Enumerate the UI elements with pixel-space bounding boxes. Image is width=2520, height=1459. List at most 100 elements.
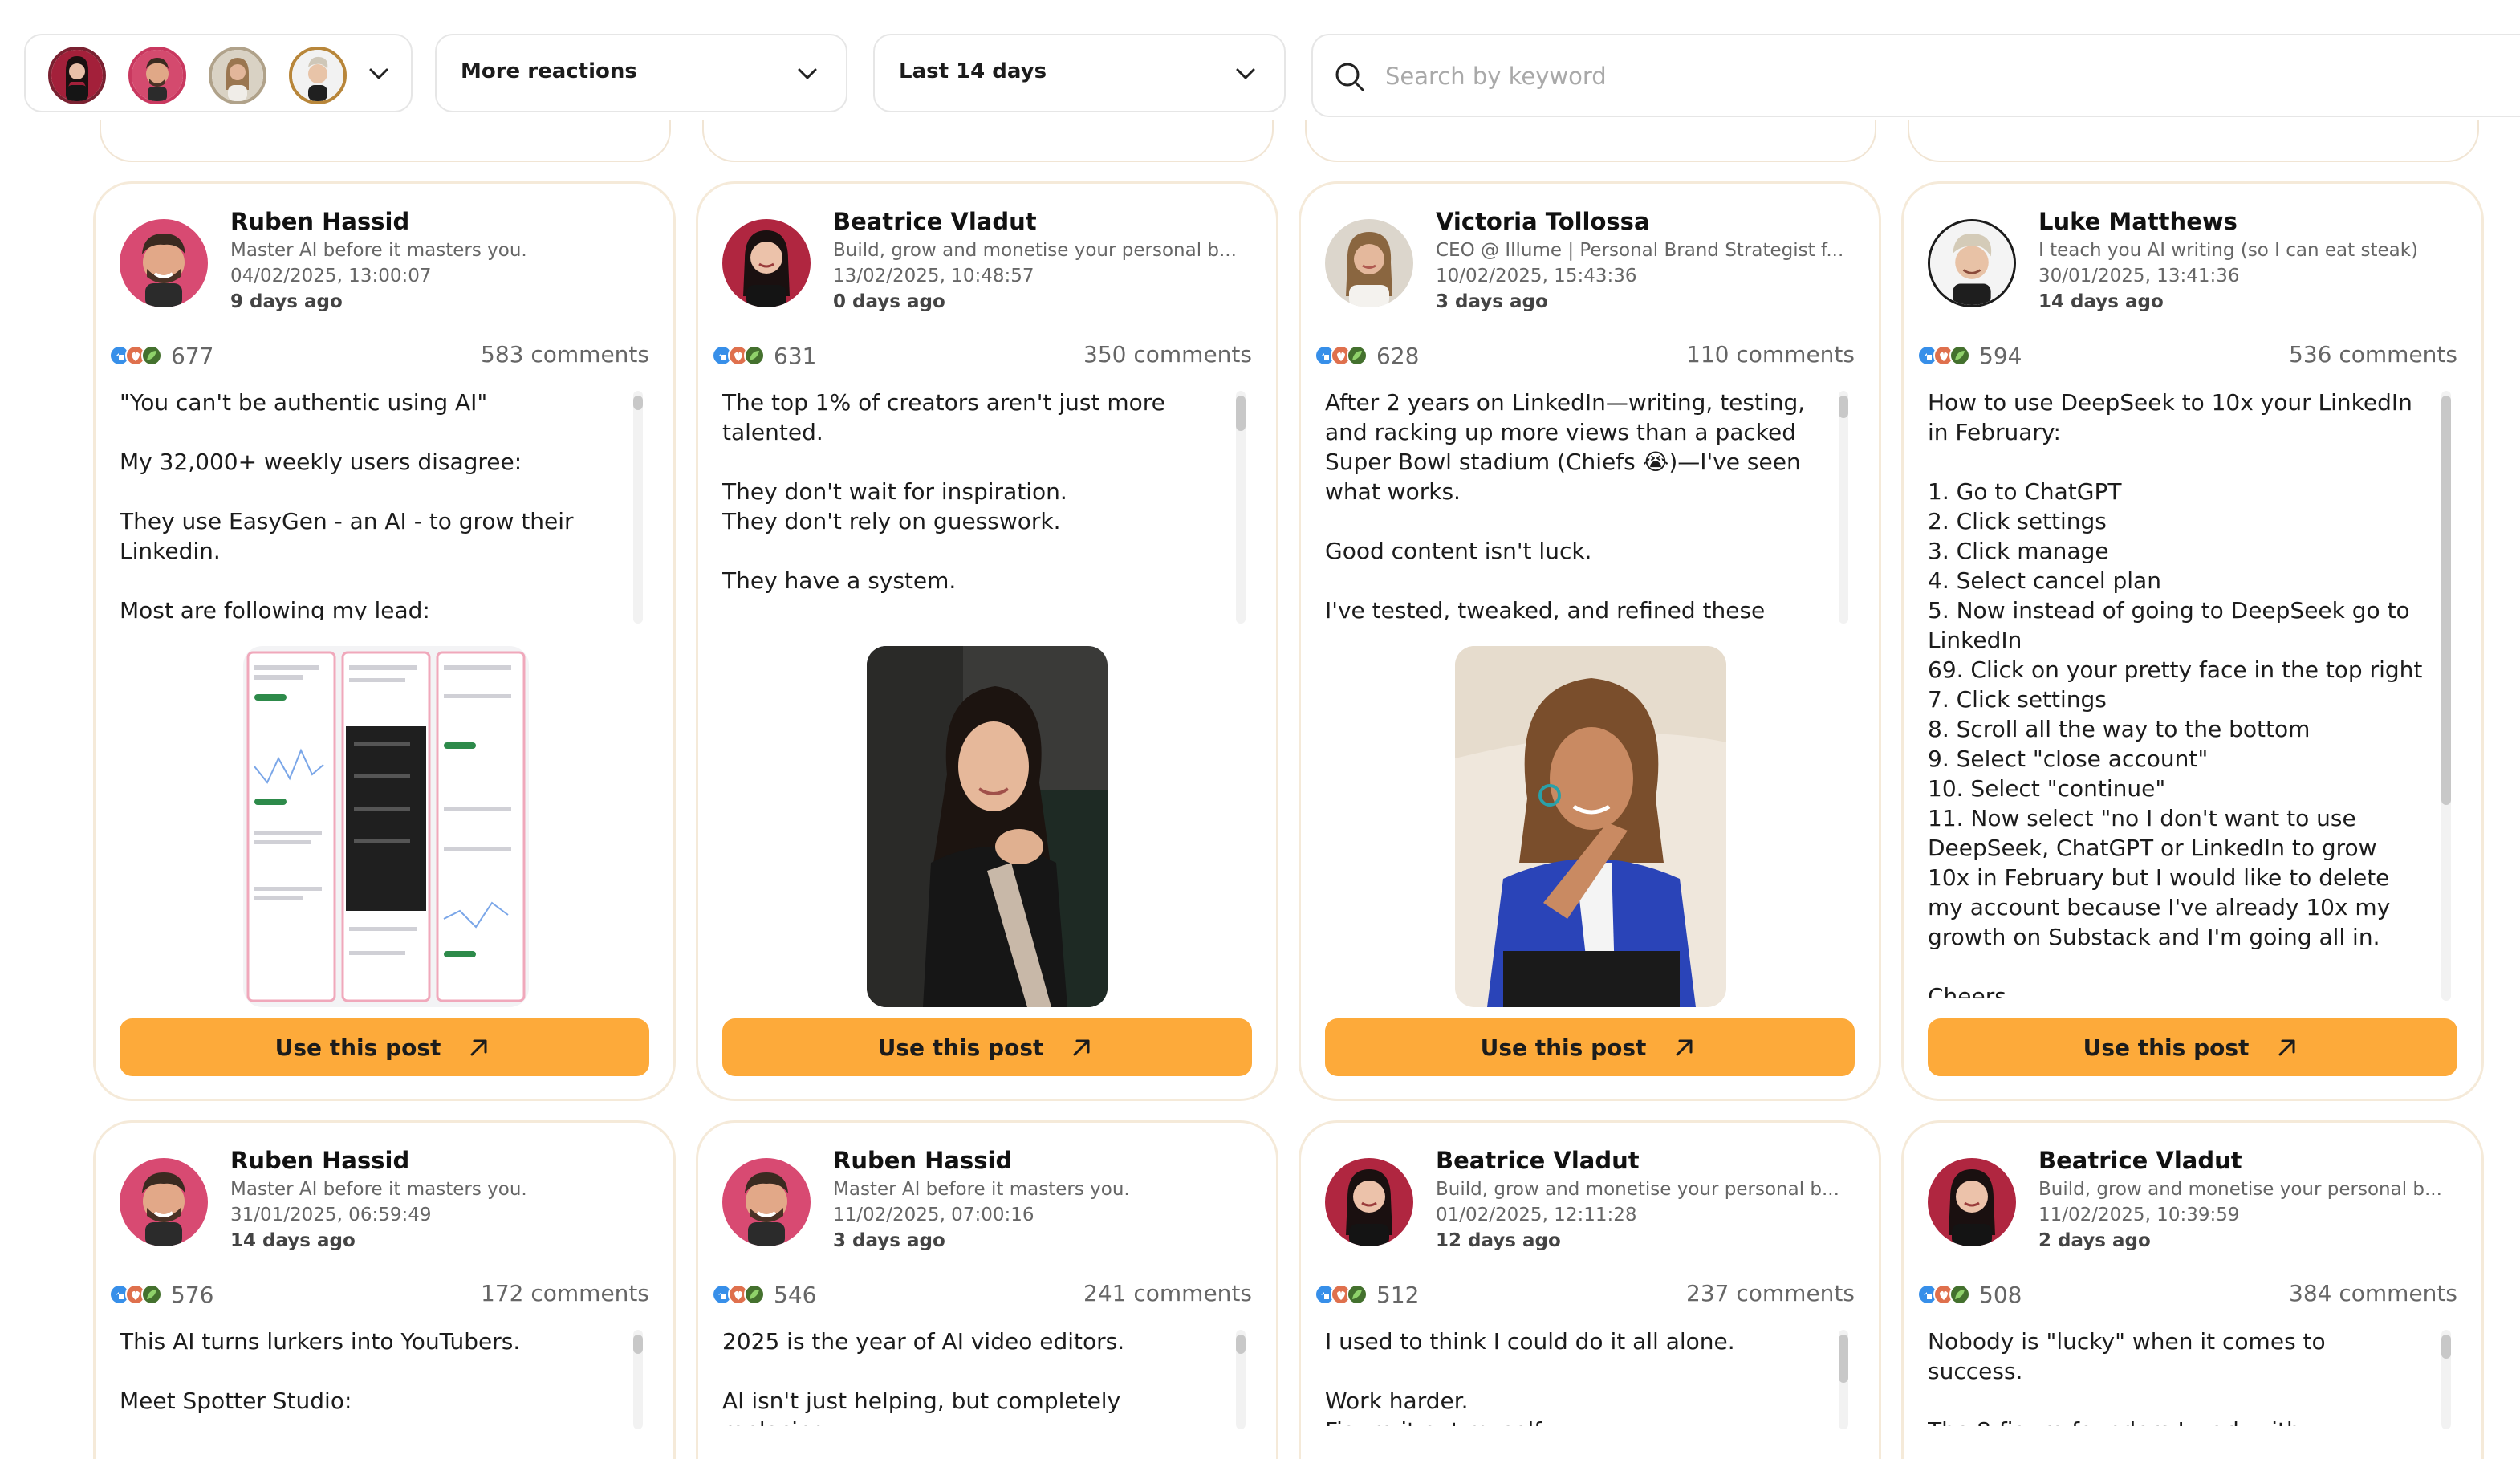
post-card: Ruben Hassid Master AI before it masters… bbox=[696, 1120, 1278, 1459]
comment-count[interactable]: 110 comments bbox=[1686, 341, 1855, 368]
filter-bar: More reactions Last 14 days bbox=[24, 34, 2520, 117]
post-text-scrollbar[interactable] bbox=[1839, 391, 1848, 624]
post-text-scrollbar[interactable] bbox=[633, 1330, 643, 1429]
comment-count[interactable]: 384 comments bbox=[2289, 1280, 2457, 1307]
post-text-scrollbar[interactable] bbox=[2441, 1330, 2451, 1429]
post-text-scrollbar[interactable] bbox=[1839, 1330, 1848, 1429]
period-dropdown-label: Last 14 days bbox=[899, 59, 1047, 83]
reaction-count: 576 bbox=[171, 1281, 214, 1308]
reactions-summary: 594 bbox=[1916, 341, 2022, 370]
post-card: Victoria Tollossa CEO @ Illume | Persona… bbox=[1299, 181, 1881, 1101]
post-card: Beatrice Vladut Build, grow and monetise… bbox=[1901, 1120, 2484, 1459]
post-age: 0 days ago bbox=[833, 291, 945, 312]
use-post-button[interactable]: Use this post bbox=[1325, 1018, 1855, 1076]
author-avatar-luke[interactable] bbox=[289, 47, 347, 104]
reaction-count: 512 bbox=[1376, 1281, 1420, 1308]
author-name[interactable]: Ruben Hassid bbox=[833, 1147, 1012, 1174]
chevron-down-icon bbox=[1236, 68, 1255, 79]
post-date: 13/02/2025, 10:48:57 bbox=[833, 266, 1034, 287]
arrow-up-right-icon bbox=[2278, 1039, 2295, 1056]
avatar bbox=[1325, 219, 1413, 307]
post-age: 12 days ago bbox=[1436, 1230, 1561, 1251]
avatar bbox=[1928, 1158, 2016, 1246]
post-card: Beatrice Vladut Build, grow and monetise… bbox=[1299, 1120, 1881, 1459]
author-headline: Build, grow and monetise your personal b… bbox=[2038, 1179, 2442, 1200]
post-text: I used to think I could do it all alone.… bbox=[1325, 1328, 1735, 1426]
post-age: 14 days ago bbox=[230, 1230, 356, 1251]
reactions-icon bbox=[1315, 1284, 1368, 1305]
reactions-icon bbox=[712, 345, 765, 366]
search-box[interactable] bbox=[1311, 34, 2520, 117]
comment-count[interactable]: 536 comments bbox=[2289, 341, 2457, 368]
use-post-button-label: Use this post bbox=[274, 1034, 441, 1061]
author-name[interactable]: Beatrice Vladut bbox=[1436, 1147, 1640, 1174]
post-date: 31/01/2025, 06:59:49 bbox=[230, 1205, 432, 1225]
author-headline: Build, grow and monetise your personal b… bbox=[833, 240, 1237, 261]
author-avatar-victoria[interactable] bbox=[209, 47, 266, 104]
reactions-icon bbox=[712, 1284, 765, 1305]
post-age: 3 days ago bbox=[1436, 291, 1548, 312]
arrow-up-right-icon bbox=[470, 1039, 487, 1056]
chevron-down-icon[interactable] bbox=[363, 58, 395, 90]
post-text: "You can't be authentic using AI" My 32,… bbox=[120, 389, 574, 620]
author-headline: Master AI before it masters you. bbox=[230, 240, 527, 261]
post-text-scrollbar[interactable] bbox=[633, 391, 643, 624]
post-date: 04/02/2025, 13:00:07 bbox=[230, 266, 432, 287]
author-name[interactable]: Ruben Hassid bbox=[230, 208, 409, 235]
reactions-icon bbox=[1917, 345, 1970, 366]
post-date: 11/02/2025, 07:00:16 bbox=[833, 1205, 1034, 1225]
card-stub bbox=[1908, 120, 2479, 162]
comment-count[interactable]: 583 comments bbox=[481, 341, 649, 368]
post-text-scrollbar[interactable] bbox=[1236, 1330, 1246, 1429]
post-age: 3 days ago bbox=[833, 1230, 945, 1251]
chevron-down-icon bbox=[798, 68, 817, 79]
post-date: 30/01/2025, 13:41:36 bbox=[2038, 266, 2240, 287]
author-name[interactable]: Luke Matthews bbox=[2038, 208, 2238, 235]
search-input[interactable] bbox=[1385, 53, 2429, 100]
reaction-count: 631 bbox=[774, 342, 817, 369]
reaction-count: 546 bbox=[774, 1281, 817, 1308]
author-filter[interactable] bbox=[24, 34, 413, 112]
use-post-button[interactable]: Use this post bbox=[120, 1018, 649, 1076]
comment-count[interactable]: 237 comments bbox=[1686, 1280, 1855, 1307]
author-avatar-ruben[interactable] bbox=[128, 47, 186, 104]
post-image-portrait[interactable] bbox=[867, 646, 1108, 1007]
comment-count[interactable]: 172 comments bbox=[481, 1280, 649, 1307]
post-image-collage[interactable] bbox=[243, 646, 529, 1007]
post-image-portrait[interactable] bbox=[1455, 646, 1726, 1007]
reactions-summary: 508 bbox=[1916, 1280, 2022, 1309]
avatar bbox=[120, 219, 208, 307]
reactions-summary: 546 bbox=[711, 1280, 816, 1309]
avatar bbox=[120, 1158, 208, 1246]
card-stub bbox=[702, 120, 1274, 162]
author-headline: Master AI before it masters you. bbox=[833, 1179, 1130, 1200]
reactions-icon bbox=[1315, 345, 1368, 366]
post-card: Ruben Hassid Master AI before it masters… bbox=[93, 1120, 676, 1459]
post-text-scrollbar[interactable] bbox=[1236, 391, 1246, 624]
post-card: Luke Matthews I teach you AI writing (so… bbox=[1901, 181, 2484, 1101]
use-post-button-label: Use this post bbox=[1480, 1034, 1647, 1061]
post-age: 2 days ago bbox=[2038, 1230, 2151, 1251]
author-headline: I teach you AI writing (so I can eat ste… bbox=[2038, 240, 2419, 261]
post-date: 01/02/2025, 12:11:28 bbox=[1436, 1205, 1637, 1225]
author-avatar-beatrice[interactable] bbox=[48, 47, 106, 104]
author-name[interactable]: Beatrice Vladut bbox=[833, 208, 1037, 235]
use-post-button-label: Use this post bbox=[2083, 1034, 2250, 1061]
comment-count[interactable]: 241 comments bbox=[1083, 1280, 1252, 1307]
search-icon bbox=[1335, 63, 1364, 91]
post-text-scrollbar[interactable] bbox=[2441, 391, 2451, 1001]
avatar bbox=[1325, 1158, 1413, 1246]
post-text: 2025 is the year of AI video editors. AI… bbox=[722, 1328, 1125, 1426]
post-date: 10/02/2025, 15:43:36 bbox=[1436, 266, 1637, 287]
use-post-button[interactable]: Use this post bbox=[1928, 1018, 2457, 1076]
comment-count[interactable]: 350 comments bbox=[1083, 341, 1252, 368]
reactions-dropdown[interactable]: More reactions bbox=[435, 34, 847, 112]
period-dropdown[interactable]: Last 14 days bbox=[873, 34, 1286, 112]
avatar bbox=[722, 219, 811, 307]
avatar bbox=[722, 1158, 811, 1246]
avatar bbox=[1928, 219, 2016, 307]
author-name[interactable]: Ruben Hassid bbox=[230, 1147, 409, 1174]
author-name[interactable]: Victoria Tollossa bbox=[1436, 208, 1650, 235]
author-name[interactable]: Beatrice Vladut bbox=[2038, 1147, 2242, 1174]
use-post-button[interactable]: Use this post bbox=[722, 1018, 1252, 1076]
